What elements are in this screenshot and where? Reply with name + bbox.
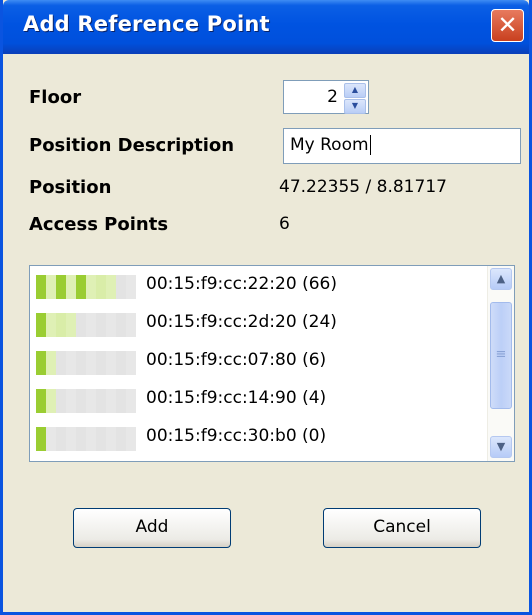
signal-strength-icon <box>36 313 136 337</box>
position-description-input[interactable]: My Room <box>283 128 521 164</box>
signal-strength-icon <box>36 389 136 413</box>
signal-segment <box>86 427 96 451</box>
signal-segment <box>96 427 106 451</box>
signal-segment <box>66 427 76 451</box>
signal-segment <box>66 389 76 413</box>
scroll-thumb[interactable]: ≡ <box>490 302 512 409</box>
close-button[interactable]: ✕ <box>491 9 524 42</box>
signal-segment <box>86 313 96 337</box>
signal-segment <box>36 313 46 337</box>
position-description-value: My Room <box>290 135 369 155</box>
signal-segment <box>116 427 126 451</box>
signal-segment <box>126 389 136 413</box>
position-value: 47.22355 / 8.81717 <box>279 177 447 197</box>
signal-segment <box>106 275 116 299</box>
signal-segment <box>106 313 116 337</box>
signal-segment <box>56 313 66 337</box>
access-point-row[interactable]: 00:15:f9:cc:2d:20 (24) <box>36 311 484 337</box>
signal-segment <box>66 275 76 299</box>
signal-segment <box>86 389 96 413</box>
signal-segment <box>116 389 126 413</box>
signal-segment <box>126 275 136 299</box>
signal-segment <box>126 351 136 375</box>
signal-segment <box>56 427 66 451</box>
position-label: Position <box>29 177 112 198</box>
spinner-up-icon[interactable]: ▲ <box>344 83 366 98</box>
signal-segment <box>96 275 106 299</box>
signal-segment <box>126 313 136 337</box>
signal-segment <box>56 389 66 413</box>
signal-segment <box>46 389 56 413</box>
text-caret <box>369 135 371 155</box>
access-point-row[interactable]: 00:15:f9:cc:30:b0 (0) <box>36 425 484 451</box>
access-point-mac: 00:15:f9:cc:30:b0 (0) <box>146 426 327 446</box>
signal-segment <box>96 389 106 413</box>
floor-spinner[interactable]: 2 ▲ ▼ <box>283 80 369 114</box>
signal-segment <box>86 275 96 299</box>
signal-segment <box>46 313 56 337</box>
list-scrollbar[interactable]: ▲ ≡ ▼ <box>487 266 514 461</box>
signal-segment <box>76 351 86 375</box>
signal-segment <box>116 275 126 299</box>
signal-strength-icon <box>36 275 136 299</box>
floor-value: 2 <box>327 87 338 107</box>
signal-segment <box>66 313 76 337</box>
scroll-down-icon[interactable]: ▼ <box>490 436 512 458</box>
signal-segment <box>36 275 46 299</box>
signal-segment <box>76 389 86 413</box>
signal-segment <box>106 427 116 451</box>
signal-strength-icon <box>36 427 136 451</box>
add-button[interactable]: Add <box>73 508 231 548</box>
spinner-down-icon[interactable]: ▼ <box>344 99 366 114</box>
access-point-mac: 00:15:f9:cc:22:20 (66) <box>146 274 337 294</box>
access-point-row[interactable]: 00:15:f9:cc:22:20 (66) <box>36 273 484 299</box>
signal-segment <box>96 313 106 337</box>
access-point-mac: 00:15:f9:cc:14:90 (4) <box>146 388 327 408</box>
access-points-count: 6 <box>279 214 290 234</box>
window-title: Add Reference Point <box>23 12 270 36</box>
access-point-row[interactable]: 00:15:f9:cc:07:80 (6) <box>36 349 484 375</box>
access-point-list[interactable]: 00:15:f9:cc:22:20 (66) 00:15:f9:cc:2d:20 … <box>29 265 515 462</box>
floor-label: Floor <box>29 87 82 108</box>
access-points-label: Access Points <box>29 214 169 235</box>
signal-segment <box>116 313 126 337</box>
signal-segment <box>56 351 66 375</box>
signal-segment <box>36 427 46 451</box>
title-bar[interactable]: Add Reference Point ✕ <box>3 0 529 54</box>
signal-segment <box>46 351 56 375</box>
signal-segment <box>76 313 86 337</box>
access-point-mac: 00:15:f9:cc:07:80 (6) <box>146 350 327 370</box>
signal-segment <box>46 427 56 451</box>
signal-segment <box>106 351 116 375</box>
signal-segment <box>66 351 76 375</box>
add-reference-point-dialog: Add Reference Point ✕ Floor 2 ▲ ▼ Positi… <box>0 0 532 615</box>
signal-segment <box>96 351 106 375</box>
floor-spinner-buttons: ▲ ▼ <box>344 83 366 114</box>
signal-segment <box>76 275 86 299</box>
close-icon: ✕ <box>497 11 518 39</box>
signal-segment <box>86 351 96 375</box>
access-point-row[interactable]: 00:15:f9:cc:14:90 (4) <box>36 387 484 413</box>
signal-segment <box>106 389 116 413</box>
signal-segment <box>36 351 46 375</box>
signal-strength-icon <box>36 351 136 375</box>
cancel-button[interactable]: Cancel <box>323 508 481 548</box>
access-point-mac: 00:15:f9:cc:2d:20 (24) <box>146 312 337 332</box>
signal-segment <box>46 275 56 299</box>
signal-segment <box>36 389 46 413</box>
signal-segment <box>56 275 66 299</box>
position-description-label: Position Description <box>29 135 235 156</box>
signal-segment <box>126 427 136 451</box>
signal-segment <box>116 351 126 375</box>
scroll-up-icon[interactable]: ▲ <box>490 268 512 290</box>
signal-segment <box>76 427 86 451</box>
